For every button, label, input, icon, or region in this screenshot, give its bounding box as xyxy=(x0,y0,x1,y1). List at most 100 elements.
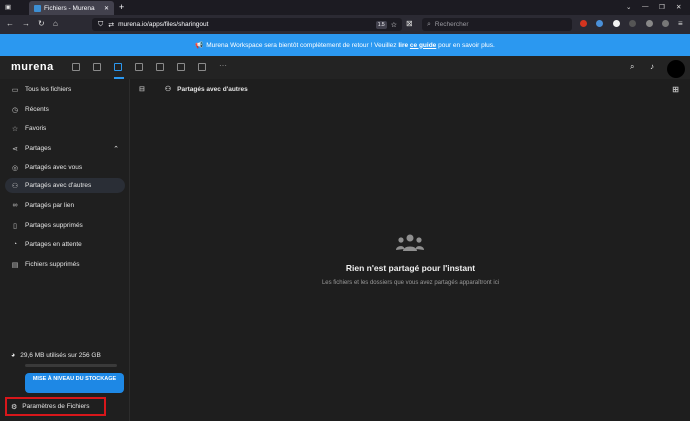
minimize-icon[interactable]: — xyxy=(642,3,649,10)
new-tab-button[interactable]: + xyxy=(119,2,124,12)
sidebar-item-recent[interactable]: ◷ Récents xyxy=(5,102,125,117)
clock-icon: ◷ xyxy=(11,106,19,114)
people-icon: ⚇ xyxy=(11,182,19,190)
banner-text: Murena Workspace sera bientôt complèteme… xyxy=(206,41,397,49)
reload-icon[interactable]: ↻ xyxy=(38,19,45,28)
banner-text-end: pour en savoir plus. xyxy=(438,41,495,49)
banner-read: lire xyxy=(398,41,409,49)
sidebar-item-label: Favoris xyxy=(25,125,47,132)
notice-banner: 📢 Murena Workspace sera bientôt complète… xyxy=(0,34,690,56)
files-settings-button[interactable]: ⚙ Paramètres de Fichiers xyxy=(5,397,106,416)
sidebar-item-label: Partages supprimés xyxy=(25,222,83,229)
more-apps-icon[interactable]: ⋯ xyxy=(219,61,227,70)
extension-icon[interactable] xyxy=(629,20,636,27)
calendar-icon[interactable] xyxy=(93,63,101,71)
toggle-sidebar-icon[interactable]: ⊟ xyxy=(139,85,145,93)
sidebar-item-label: Partages en attente xyxy=(25,241,82,248)
sidebar-item-label: Fichiers supprimés xyxy=(25,261,80,268)
breadcrumb[interactable]: Partagés avec d'autres xyxy=(177,86,248,93)
person-icon: ◎ xyxy=(11,164,19,172)
sidebar-item-all-files[interactable]: ▭ Tous les fichiers xyxy=(5,82,125,97)
search-icon[interactable]: ⌕ xyxy=(630,62,634,72)
files-icon[interactable] xyxy=(114,63,122,71)
people-icon: ⚇ xyxy=(164,86,172,93)
tune-icon: ⇄ xyxy=(108,21,115,29)
url-bar[interactable]: ⛉ ⇄ murena.io/apps/files/sharingout 1.5 … xyxy=(92,18,402,31)
sidebar-item-deleted-shares[interactable]: ▯ Partages supprimés xyxy=(5,218,125,233)
sidebar-item-shares[interactable]: ⋖ Partages ⌃ xyxy=(5,141,125,156)
sidebar-item-label: Partagés avec d'autres xyxy=(25,182,92,189)
people-group-icon xyxy=(396,234,424,251)
chevron-up-icon[interactable]: ⌃ xyxy=(113,145,119,153)
storage-text: 29,6 MB utilisés sur 256 GB xyxy=(20,352,101,359)
zoom-badge[interactable]: 1.5 xyxy=(375,20,387,29)
list-tabs-icon[interactable]: ⌄ xyxy=(626,3,631,11)
sidebar-item-shared-with-you[interactable]: ◎ Partagés avec vous xyxy=(5,160,125,175)
guide-link[interactable]: ce guide xyxy=(410,42,436,49)
murena-logo[interactable]: murena xyxy=(11,61,54,73)
megaphone-icon: 📢 xyxy=(195,42,204,49)
gear-icon: ⚙ xyxy=(11,403,18,411)
forward-icon[interactable]: → xyxy=(22,19,30,28)
search-placeholder: Rechercher xyxy=(434,21,469,28)
browser-tab-bar: ▣ Fichiers - Murena ✕ + ⌄ — ❐ ✕ xyxy=(0,0,690,15)
close-window-icon[interactable]: ✕ xyxy=(676,3,681,11)
back-icon[interactable]: ← xyxy=(6,19,14,28)
docs-icon[interactable] xyxy=(198,63,206,71)
sidebar-item-label: Partagés par lien xyxy=(25,202,75,209)
pending-icon: ◔ xyxy=(12,241,18,248)
trash-icon: ▯ xyxy=(13,222,17,230)
url-text: murena.io/apps/files/sharingout xyxy=(118,21,209,28)
sidebar-item-deleted-files[interactable]: ▤ Fichiers supprimés xyxy=(5,257,125,272)
bookmark-icon[interactable]: ☆ xyxy=(391,21,397,29)
link-icon: ∞ xyxy=(12,202,18,209)
tab-favicon-icon xyxy=(34,4,41,12)
sidebar-item-label: Partagés avec vous xyxy=(25,164,83,171)
empty-state-title: Rien n'est partagé pour l'instant xyxy=(345,263,476,273)
photos-icon[interactable] xyxy=(135,63,143,71)
tab-overview-icon[interactable]: ▣ xyxy=(5,3,11,11)
sidebar-item-shared-by-link[interactable]: ∞ Partagés par lien xyxy=(5,198,125,213)
reader-icon[interactable]: ⊠ xyxy=(406,19,413,28)
menu-icon[interactable]: ≡ xyxy=(678,19,683,28)
browser-nav-bar: ← → ↻ ⌂ ⛉ ⇄ murena.io/apps/files/sharing… xyxy=(0,15,690,34)
search-icon: ⌕ xyxy=(427,20,431,28)
extension-icon[interactable] xyxy=(613,20,620,27)
share-icon: ⋖ xyxy=(12,145,18,153)
files-settings-label: Paramètres de Fichiers xyxy=(22,403,90,410)
notes-icon[interactable] xyxy=(177,63,185,71)
deleted-files-icon: ▤ xyxy=(11,261,19,269)
star-icon: ☆ xyxy=(11,125,19,133)
extension-icon[interactable] xyxy=(596,20,603,27)
storage-info: ◕ 29,6 MB utilisés sur 256 GB xyxy=(11,352,101,359)
extension-icon[interactable] xyxy=(646,20,653,27)
sidebar-item-label: Tous les fichiers xyxy=(25,86,72,93)
home-icon[interactable]: ⌂ xyxy=(53,19,58,28)
app-header: murena ⋯ ⌕ ♪ xyxy=(0,56,690,79)
maximize-icon[interactable]: ❐ xyxy=(659,3,665,11)
upgrade-storage-button[interactable]: MISE À NIVEAU DU STOCKAGE xyxy=(25,373,124,393)
empty-state-description: Les fichiers et les dossiers que vous av… xyxy=(321,280,500,286)
sidebar-item-shared-with-others[interactable]: ⚇ Partagés avec d'autres xyxy=(5,178,125,193)
main-header: ⊟ ⚇ Partagés avec d'autres ⊞ xyxy=(131,79,690,99)
browser-tab[interactable]: Fichiers - Murena ✕ xyxy=(29,1,114,15)
avatar[interactable] xyxy=(667,60,685,78)
search-bar[interactable]: ⌕ Rechercher xyxy=(422,18,572,31)
notifications-icon[interactable]: ♪ xyxy=(650,62,654,71)
sidebar-item-label: Récents xyxy=(25,106,49,113)
extension-icon[interactable] xyxy=(580,20,587,27)
mail-icon[interactable] xyxy=(72,63,80,71)
storage-icon: ◕ xyxy=(11,352,16,359)
sidebar: ▭ Tous les fichiers ◷ Récents ☆ Favoris … xyxy=(0,79,130,421)
contacts-icon[interactable] xyxy=(156,63,164,71)
storage-progress-bar xyxy=(25,364,117,367)
sidebar-item-pending-shares[interactable]: ◔ Partages en attente xyxy=(5,237,125,252)
shield-icon: ⛉ xyxy=(98,20,104,28)
close-tab-icon[interactable]: ✕ xyxy=(104,5,109,12)
grid-view-icon[interactable]: ⊞ xyxy=(672,85,679,94)
sidebar-item-label: Partages xyxy=(25,145,52,152)
tab-title: Fichiers - Murena xyxy=(44,4,95,12)
sidebar-item-favorites[interactable]: ☆ Favoris xyxy=(5,121,125,136)
folder-icon: ▭ xyxy=(11,86,19,94)
extension-icon[interactable] xyxy=(662,20,669,27)
